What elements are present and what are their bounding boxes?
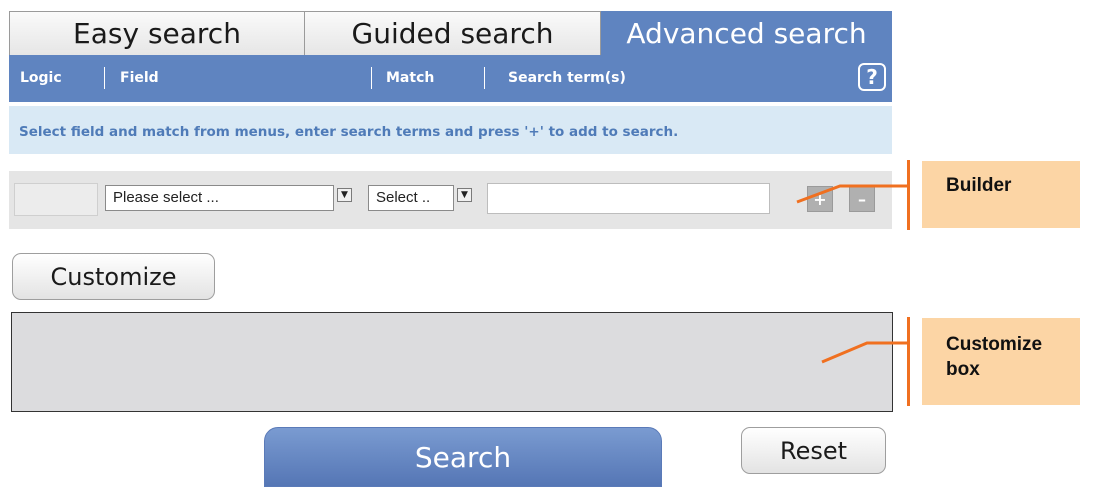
remove-term-button[interactable]: – [849,186,875,212]
reset-button[interactable]: Reset [741,427,886,474]
column-header-logic: Logic [20,70,62,86]
customize-bracket-line [907,317,910,406]
column-header-field: Field [120,70,159,86]
builder-bracket-line [907,160,910,230]
search-term-input[interactable] [487,183,770,214]
header-divider [104,67,105,89]
tab-advanced-search[interactable]: Advanced search [601,11,892,55]
header-divider [484,67,485,89]
column-header-match: Match [386,70,435,86]
tab-guided-search[interactable]: Guided search [304,11,601,55]
query-builder-row: Please select ... ▼ Select .. ▼ + – [9,171,892,229]
search-button[interactable]: Search [264,427,662,487]
search-mode-tabs: Easy search Guided search Advanced searc… [9,11,892,55]
customize-button[interactable]: Customize [12,253,215,300]
instruction-text: Select field and match from menus, enter… [9,106,892,154]
logic-operator-field [14,183,98,216]
customize-callout-line1: Customize [946,334,1043,355]
builder-callout: Builder [922,161,1080,228]
add-term-button[interactable]: + [807,186,833,212]
field-select[interactable]: Please select ... [105,185,334,211]
customize-box-callout: Customize box [922,318,1080,405]
customize-callout-line2: box [946,358,980,380]
field-select-dropdown-icon[interactable]: ▼ [337,188,352,202]
column-header-search-terms: Search term(s) [508,70,626,86]
help-icon[interactable]: ? [858,63,886,91]
match-select[interactable]: Select .. [368,185,454,211]
column-header-bar: Logic Field Match Search term(s) ? [9,55,892,102]
header-divider [371,67,372,89]
customize-box [11,312,893,412]
match-select-dropdown-icon[interactable]: ▼ [457,188,472,202]
tab-easy-search[interactable]: Easy search [9,11,305,55]
